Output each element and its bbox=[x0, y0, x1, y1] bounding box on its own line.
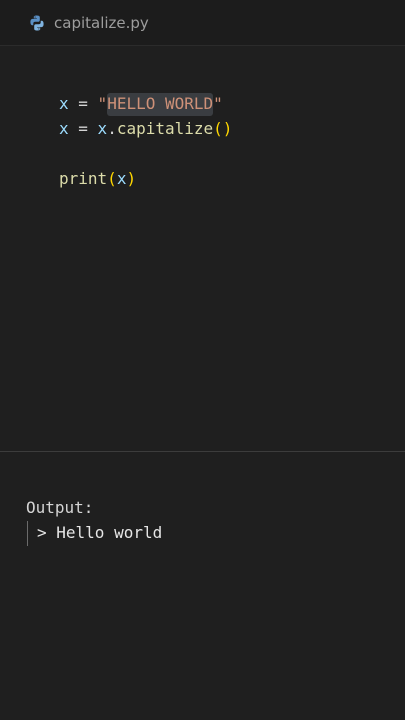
token-variable: x bbox=[59, 94, 69, 113]
tab-filename: capitalize.py bbox=[54, 14, 149, 32]
code-editor[interactable]: x = "HELLO WORLD" x = x.capitalize() pri… bbox=[0, 46, 405, 451]
tab-bar: capitalize.py bbox=[0, 0, 405, 46]
code-line-2: x = x.capitalize() bbox=[59, 117, 232, 141]
token-quote-close: " bbox=[213, 94, 223, 113]
token-paren-open: ( bbox=[107, 169, 117, 188]
file-tab[interactable]: capitalize.py bbox=[28, 11, 149, 35]
code-line-1: x = "HELLO WORLD" bbox=[59, 92, 223, 116]
token-object: x bbox=[97, 119, 108, 138]
output-line: > Hello world bbox=[37, 523, 162, 543]
output-prompt: > bbox=[37, 523, 57, 542]
output-label: Output: bbox=[26, 498, 94, 517]
token-string-selected: HELLO WORLD bbox=[107, 93, 214, 116]
app-frame: capitalize.py x = "HELLO WORLD" x = x.ca… bbox=[0, 0, 405, 720]
output-result: Hello world bbox=[56, 523, 163, 542]
python-icon bbox=[28, 14, 46, 32]
token-quote-open: " bbox=[97, 94, 108, 113]
output-panel: Output: > Hello world bbox=[0, 452, 405, 720]
token-paren-close: ) bbox=[126, 169, 137, 188]
token-method: capitalize bbox=[116, 119, 214, 138]
token-dot: . bbox=[107, 119, 117, 138]
token-variable: x bbox=[59, 119, 69, 138]
code-line-3: print(x) bbox=[59, 167, 136, 191]
token-argument: x bbox=[116, 169, 127, 188]
token-function: print bbox=[59, 169, 108, 188]
output-indent-bar bbox=[27, 521, 28, 546]
token-operator: = bbox=[68, 94, 98, 113]
token-operator: = bbox=[68, 119, 98, 138]
token-parens: () bbox=[213, 119, 233, 138]
